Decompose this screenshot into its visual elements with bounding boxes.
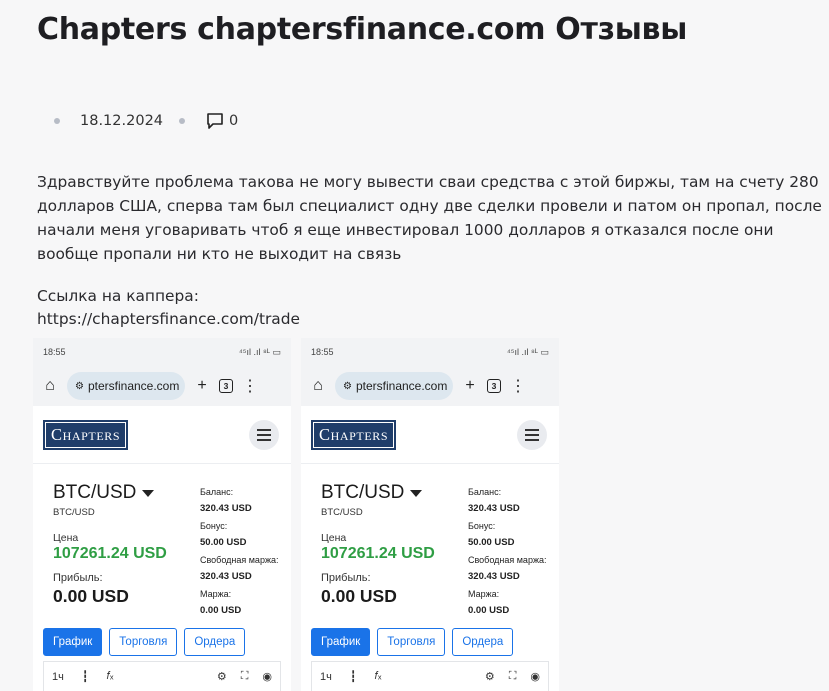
phone-screenshot-2: 18:55 ⁴⁵ıl .ıl ⁸ᴸ ▭ ⌂ ⚙ ptersfinance.com… [301,338,559,691]
chart-toolbar: 1ч ┇ 𝑓ₓ ⚙ ⛶ ◉ [311,661,549,691]
camera-icon[interactable]: ◉ [530,670,540,683]
status-icons: ⁴⁵ıl .ıl ⁸ᴸ ▭ [238,346,281,357]
browser-bar: ⌂ ⚙ ptersfinance.com + 3 ⋮ [301,366,559,406]
indicators-icon[interactable]: 𝑓ₓ [106,670,113,683]
status-bar: 18:55 ⁴⁵ıl .ıl ⁸ᴸ ▭ [301,338,559,366]
post-date: 18.12.2024 [80,113,164,129]
comment-count: 0 [229,113,239,129]
price-value: 107261.24 USD [321,545,435,562]
view-tabs: График Торговля Ордера [311,628,514,656]
tab-trade[interactable]: Торговля [377,628,446,656]
status-time: 18:55 [43,347,66,357]
profit-label: Прибыль: [321,572,371,584]
url-text: ptersfinance.com [355,379,448,393]
home-icon[interactable]: ⌂ [309,377,327,395]
pair-selector[interactable]: BTC/USD [321,482,423,504]
scam-link[interactable]: https://chaptersfinance.com/trade [37,307,300,331]
post-meta: 18.12.2024 0 [54,110,238,132]
url-text: ptersfinance.com [87,379,180,393]
tabs-icon[interactable]: 3 [487,379,501,393]
link-label: Ссылка на каппера: [37,287,199,305]
chart-toolbar: 1ч ┇ 𝑓ₓ ⚙ ⛶ ◉ [43,661,281,691]
hamburger-menu-icon[interactable] [517,419,547,450]
bullet-dot [54,118,60,124]
fullscreen-icon[interactable]: ⛶ [241,670,249,683]
comment-icon [207,113,223,129]
price-value: 107261.24 USD [53,545,167,562]
page-title: Chapters chaptersfinance.com Отзывы [37,12,688,47]
url-bar[interactable]: ⚙ ptersfinance.com [67,372,185,400]
site-settings-icon: ⚙ [75,380,84,392]
settings-icon[interactable]: ⚙ [217,670,227,683]
hamburger-menu-icon[interactable] [249,419,279,450]
chapters-logo[interactable]: Chapters [311,419,397,450]
comments-link[interactable]: 0 [205,111,238,131]
home-icon[interactable]: ⌂ [41,377,59,395]
phone-screenshot-1: 18:55 ⁴⁵ıl .ıl ⁸ᴸ ▭ ⌂ ⚙ ptersfinance.com… [33,338,291,691]
status-bar: 18:55 ⁴⁵ıl .ıl ⁸ᴸ ▭ [33,338,291,366]
tab-orders[interactable]: Ордера [452,628,514,656]
price-label: Цена [321,532,347,544]
new-tab-icon[interactable]: + [193,377,211,395]
new-tab-icon[interactable]: + [461,377,479,395]
pair-selector[interactable]: BTC/USD [53,482,155,504]
profit-label: Прибыль: [53,572,103,584]
pair-subtitle: BTC/USD [321,507,363,518]
timeframe-button[interactable]: 1ч [320,671,332,683]
candles-icon[interactable]: ┇ [82,670,89,683]
bullet-dot [179,118,186,124]
view-tabs: График Торговля Ордера [43,628,246,656]
price-label: Цена [53,532,79,544]
more-icon[interactable]: ⋮ [509,376,527,396]
caret-down-icon [142,490,155,497]
tabs-icon[interactable]: 3 [219,379,233,393]
fullscreen-icon[interactable]: ⛶ [509,670,517,683]
settings-icon[interactable]: ⚙ [485,670,495,683]
url-bar[interactable]: ⚙ ptersfinance.com [335,372,453,400]
caret-down-icon [410,490,423,497]
account-stats: Баланс: 320.43 USD Бонус: 50.00 USD Свобод… [200,487,279,616]
status-icons: ⁴⁵ıl .ıl ⁸ᴸ ▭ [506,346,549,357]
browser-bar: ⌂ ⚙ ptersfinance.com + 3 ⋮ [33,366,291,406]
post-body: Здравствуйте проблема такова не могу выв… [37,173,822,263]
camera-icon[interactable]: ◉ [262,670,272,683]
candles-icon[interactable]: ┇ [350,670,357,683]
chapters-logo[interactable]: Chapters [43,419,129,450]
site-header: Chapters [301,406,559,464]
profit-value: 0.00 USD [53,586,129,606]
timeframe-button[interactable]: 1ч [52,671,64,683]
indicators-icon[interactable]: 𝑓ₓ [374,670,381,683]
more-icon[interactable]: ⋮ [241,376,259,396]
site-header: Chapters [33,406,291,464]
status-time: 18:55 [311,347,334,357]
pair-subtitle: BTC/USD [53,507,95,518]
tab-chart[interactable]: График [43,628,103,656]
site-settings-icon: ⚙ [343,380,352,392]
tab-chart[interactable]: График [311,628,371,656]
tab-trade[interactable]: Торговля [109,628,178,656]
profit-value: 0.00 USD [321,586,397,606]
account-stats: Баланс: 320.43 USD Бонус: 50.00 USD Свобод… [468,487,547,616]
tab-orders[interactable]: Ордера [184,628,246,656]
